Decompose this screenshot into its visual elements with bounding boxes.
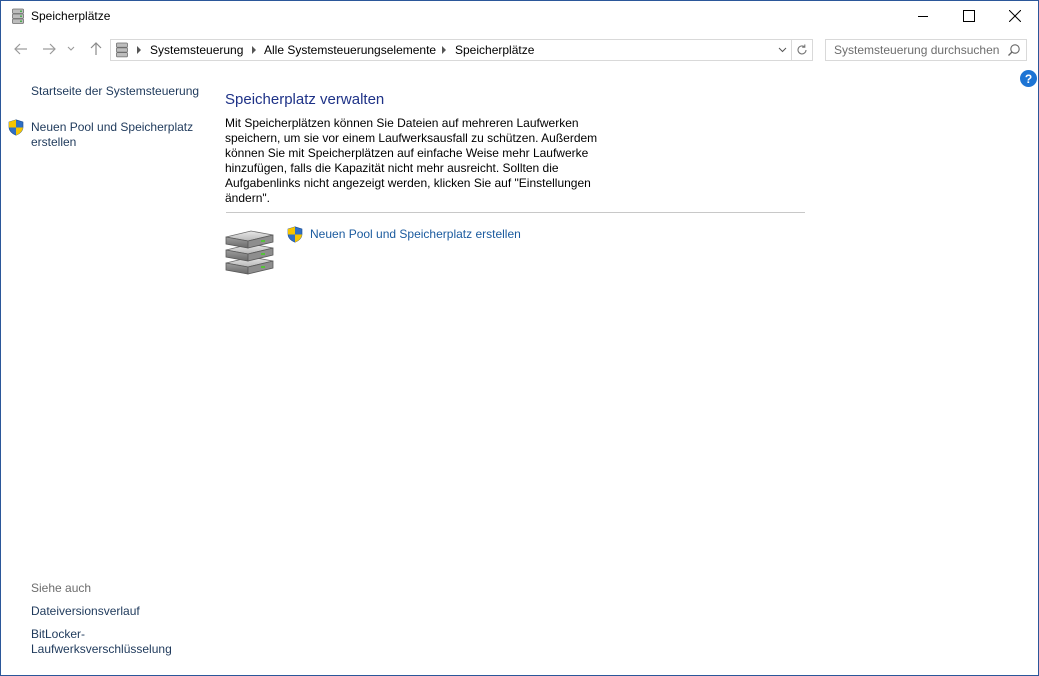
arrow-left-icon [14, 43, 27, 55]
window-title: Speicherplätze [31, 9, 111, 23]
breadcrumb-systemsteuerung[interactable]: Systemsteuerung [150, 43, 243, 57]
breadcrumb-separator[interactable] [442, 46, 446, 54]
search-box[interactable] [825, 39, 1027, 61]
close-button[interactable] [992, 1, 1038, 31]
main-create-pool-link[interactable]: Neuen Pool und Speicherplatz erstellen [310, 227, 521, 242]
chevron-down-icon [67, 46, 75, 51]
breadcrumb-separator[interactable] [252, 46, 256, 54]
drive-stack-icon [223, 225, 275, 277]
minimize-button[interactable] [900, 1, 946, 31]
arrow-right-icon [43, 43, 56, 55]
up-button[interactable] [86, 39, 106, 59]
control-panel-window: Speicherplätze Systemsteuerung Alle Syst… [0, 0, 1039, 676]
uac-shield-icon [287, 226, 303, 243]
page-description: Mit Speicherplätzen können Sie Dateien a… [225, 116, 598, 205]
search-input[interactable] [826, 40, 1006, 60]
minimize-icon [918, 16, 928, 17]
section-divider [226, 212, 805, 213]
help-icon[interactable]: ? [1020, 70, 1037, 87]
breadcrumb-speicherplaetze[interactable]: Speicherplätze [455, 43, 534, 57]
create-pool-link[interactable]: Neuen Pool und Speicherplatz erstellen [31, 120, 201, 150]
breadcrumb-alle-elemente[interactable]: Alle Systemsteuerungselemente [264, 43, 436, 57]
search-icon[interactable] [1007, 43, 1021, 57]
title-bar[interactable]: Speicherplätze [1, 1, 1038, 32]
close-icon [1009, 10, 1021, 22]
refresh-icon [797, 44, 807, 55]
see-also-heading: Siehe auch [31, 581, 92, 595]
file-history-link[interactable]: Dateiversionsverlauf [31, 604, 140, 619]
storage-spaces-icon [12, 8, 24, 25]
arrow-up-icon [90, 42, 102, 55]
back-button[interactable] [11, 39, 31, 59]
forward-button[interactable] [39, 39, 59, 59]
control-panel-home-link[interactable]: Startseite der Systemsteuerung [31, 84, 199, 99]
uac-shield-icon [8, 119, 24, 136]
bitlocker-link[interactable]: BitLocker-Laufwerksverschlüsselung [31, 627, 201, 657]
maximize-icon [963, 10, 975, 22]
maximize-button[interactable] [946, 1, 992, 31]
address-history-button[interactable] [773, 40, 791, 60]
breadcrumb-separator[interactable] [137, 46, 141, 54]
storage-spaces-icon [116, 42, 128, 58]
page-title: Speicherplatz verwalten [225, 91, 385, 108]
address-bar[interactable]: Systemsteuerung Alle Systemsteuerungsele… [110, 39, 813, 61]
chevron-down-icon [778, 47, 786, 53]
left-task-pane: Startseite der Systemsteuerung Neuen Poo… [1, 68, 206, 675]
recent-locations-button[interactable] [64, 39, 78, 59]
navigation-bar: Systemsteuerung Alle Systemsteuerungsele… [1, 32, 1038, 68]
refresh-button[interactable] [791, 40, 812, 60]
